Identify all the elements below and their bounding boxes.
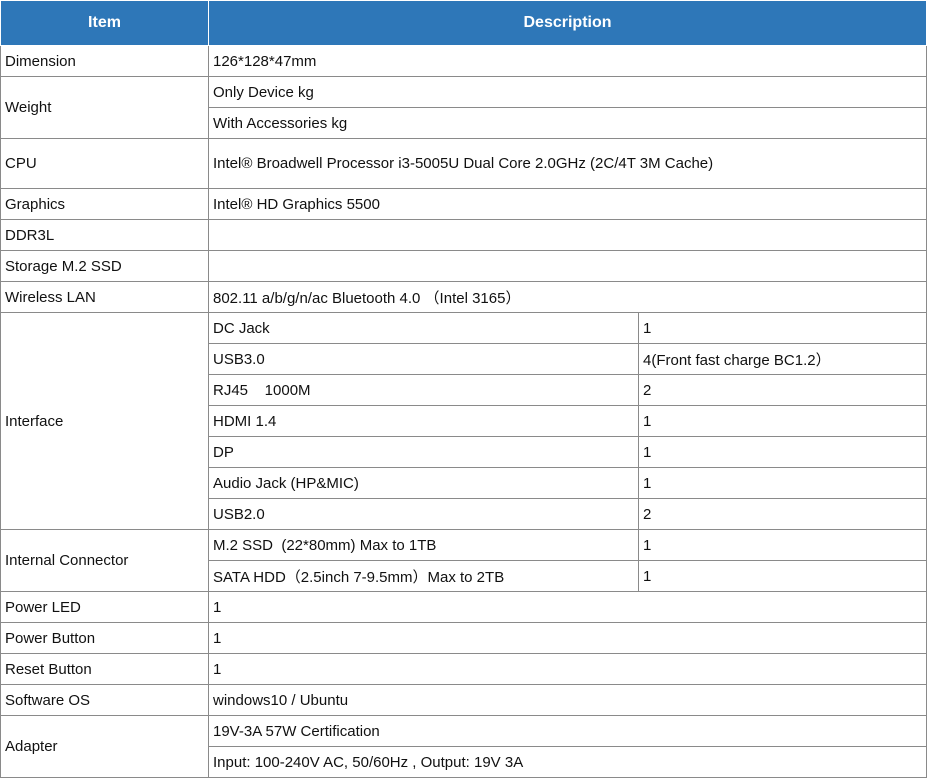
interface-item-name: Audio Jack (HP&MIC) (208, 467, 639, 499)
power-led-label: Power LED (0, 591, 209, 623)
software-os-label: Software OS (0, 684, 209, 716)
internal-connector-item-name: SATA HDD（2.5inch 7-9.5mm）Max to 2TB (208, 560, 639, 592)
table-row: Power LED 1 (0, 591, 927, 623)
interface-item-qty: 4(Front fast charge BC1.2） (637, 343, 927, 375)
adapter-io-value: Input: 100-240V AC, 50/60Hz , Output: 19… (207, 746, 927, 778)
graphics-label: Graphics (0, 188, 209, 220)
power-button-value: 1 (207, 622, 927, 654)
weight-accessories-value: With Accessories kg (207, 107, 927, 139)
dimension-value: 126*128*47mm (207, 45, 927, 77)
storage-label: Storage M.2 SSD (0, 250, 209, 282)
internal-connector-item-qty: 1 (637, 560, 927, 592)
interface-item-name: USB2.0 (208, 498, 639, 530)
table-row: Wireless LAN 802.11 a/b/g/n/ac Bluetooth… (0, 281, 927, 313)
reset-button-value: 1 (207, 653, 927, 685)
weight-label: Weight (0, 76, 209, 139)
table-row: Dimension 126*128*47mm (0, 45, 927, 77)
table-row: Power Button 1 (0, 622, 927, 654)
table-row: CPU Intel® Broadwell Processor i3-5005U … (0, 138, 927, 189)
wireless-value: 802.11 a/b/g/n/ac Bluetooth 4.0 （Intel 3… (207, 281, 927, 313)
adapter-certification-value: 19V-3A 57W Certification (207, 715, 927, 747)
internal-connector-label: Internal Connector (0, 529, 209, 592)
table-row: Storage M.2 SSD (0, 250, 927, 282)
interface-item-name: RJ45 1000M (208, 374, 639, 406)
table-row: Adapter 19V-3A 57W Certification (0, 715, 927, 778)
cpu-value: Intel® Broadwell Processor i3-5005U Dual… (207, 138, 927, 189)
cpu-label: CPU (0, 138, 209, 189)
item-column-header: Item (0, 0, 209, 46)
table-row: Weight Only Device kg (0, 76, 927, 139)
table-row: Graphics Intel® HD Graphics 5500 (0, 188, 927, 220)
header-row: Item Description (0, 0, 927, 46)
adapter-label: Adapter (0, 715, 209, 778)
table-row: Software OS windows10 / Ubuntu (0, 684, 927, 716)
table-row: Reset Button 1 (0, 653, 927, 685)
weight-device-value: Only Device kg (207, 76, 927, 108)
description-column-header: Description (207, 0, 927, 46)
internal-connector-item-qty: 1 (637, 529, 927, 561)
interface-item-name: DP (208, 436, 639, 468)
interface-item-qty: 1 (637, 467, 927, 499)
ddr3l-label: DDR3L (0, 219, 209, 251)
table-row: DDR3L (0, 219, 927, 251)
ddr3l-value (207, 219, 927, 251)
table-row: Interface DC Jack 1 (0, 312, 927, 530)
graphics-value: Intel® HD Graphics 5500 (207, 188, 927, 220)
spec-table: Item Description Dimension 126*128*47mm … (0, 0, 927, 778)
wireless-label: Wireless LAN (0, 281, 209, 313)
dimension-label: Dimension (0, 45, 209, 77)
table-row: Internal Connector M.2 SSD (22*80mm) Max… (0, 529, 927, 592)
power-button-label: Power Button (0, 622, 209, 654)
power-led-value: 1 (207, 591, 927, 623)
storage-value (207, 250, 927, 282)
interface-label: Interface (0, 312, 209, 530)
internal-connector-item-name: M.2 SSD (22*80mm) Max to 1TB (208, 529, 639, 561)
interface-item-name: USB3.0 (208, 343, 639, 375)
software-os-value: windows10 / Ubuntu (207, 684, 927, 716)
interface-item-qty: 2 (637, 374, 927, 406)
reset-button-label: Reset Button (0, 653, 209, 685)
interface-item-qty: 1 (637, 405, 927, 437)
interface-item-qty: 1 (637, 312, 927, 344)
interface-item-qty: 2 (637, 498, 927, 530)
interface-item-name: DC Jack (208, 312, 639, 344)
interface-item-name: HDMI 1.4 (208, 405, 639, 437)
interface-item-qty: 1 (637, 436, 927, 468)
